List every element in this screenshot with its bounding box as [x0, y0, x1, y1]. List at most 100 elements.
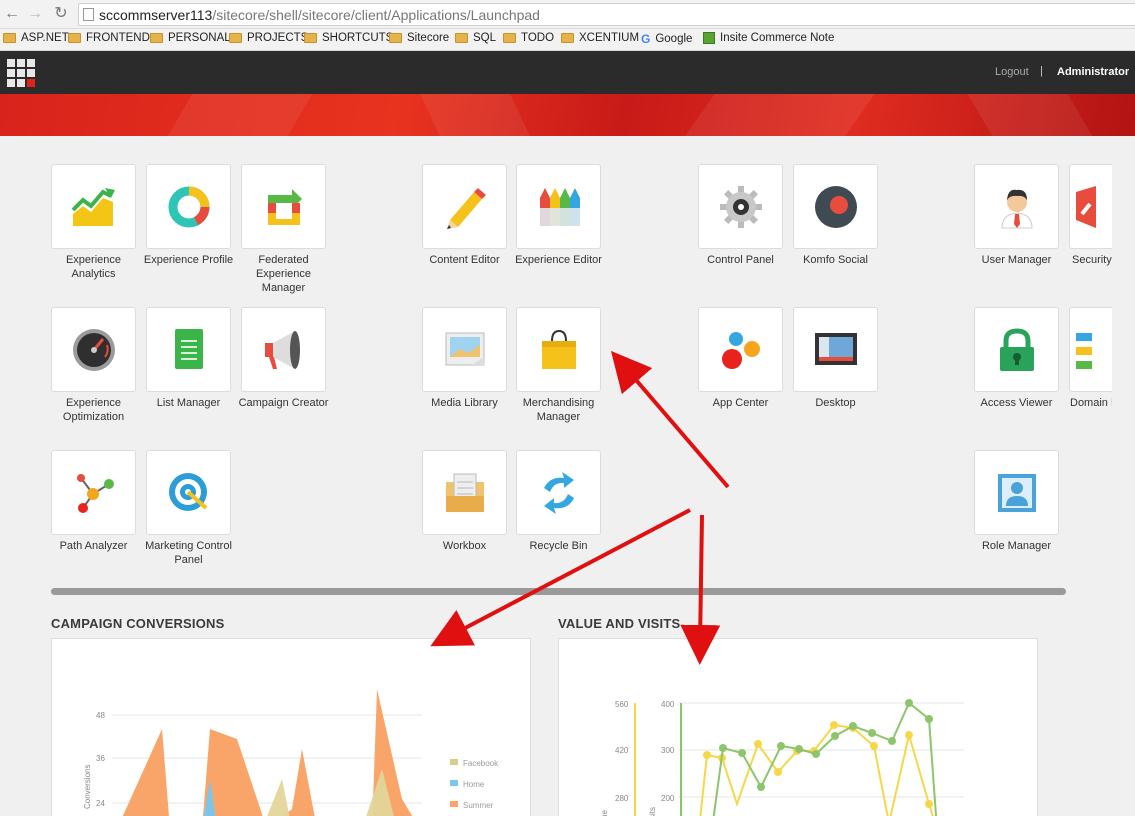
folder-icon — [503, 33, 516, 43]
crayons-icon — [539, 187, 580, 226]
list-icon — [174, 328, 203, 369]
red-banner — [0, 94, 1135, 136]
value-line — [699, 723, 934, 816]
legend-swatch-summer — [450, 801, 458, 807]
media-icon — [445, 332, 484, 365]
screen: { "browser": { "url_host": "sccommserver… — [0, 0, 1135, 816]
url-path: /sitecore/shell/sitecore/client/Applicat… — [212, 7, 540, 23]
tile-role-manager[interactable]: Role Manager — [969, 450, 1064, 553]
sitecore-topbar: Logout | Administrator — [0, 51, 1135, 94]
bookmark-frontend[interactable]: FRONTEND — [68, 32, 150, 44]
tile-komfo-social[interactable]: Komfo Social — [788, 164, 883, 267]
workbox-icon — [445, 473, 484, 512]
left-tick-280: 280 — [615, 794, 629, 803]
bookmark-aspnet[interactable]: ASP.NET — [3, 32, 69, 44]
tick-36: 36 — [96, 754, 105, 763]
tile-marketing-control-panel[interactable]: Marketing Control Panel — [141, 450, 236, 567]
folder-icon — [389, 33, 402, 43]
launchpad-grid-icon[interactable] — [7, 59, 36, 87]
note-icon — [703, 32, 715, 44]
tile-federated-experience-manager[interactable]: Federated Experience Manager — [236, 164, 331, 295]
tile-experience-optimization[interactable]: Experience Optimization — [46, 307, 141, 424]
legend-home: Home — [463, 780, 485, 789]
tile-experience-analytics[interactable]: Experience Analytics — [46, 164, 141, 281]
analytics-icon — [71, 187, 115, 226]
tile-experience-profile[interactable]: Experience Profile — [141, 164, 236, 267]
desktop-icon — [814, 332, 857, 365]
left-axis-label: ue — [600, 810, 609, 816]
security-icon — [1075, 185, 1096, 228]
right-tick-400: 400 — [661, 700, 675, 709]
horizontal-scrollbar[interactable] — [51, 588, 1066, 595]
campaign-chart-panel: 48 36 24 Conversions Facebook Home Summe… — [51, 638, 531, 816]
tile-workbox[interactable]: Workbox — [417, 450, 512, 553]
folder-icon — [150, 33, 163, 43]
topbar-separator: | — [1040, 65, 1043, 77]
tile-campaign-creator[interactable]: Campaign Creator — [236, 307, 331, 410]
forward-icon[interactable]: → — [26, 5, 44, 23]
value-visits-chart: 560 420 280 400 300 200 ue sits — [600, 699, 964, 816]
profile-ring-icon — [168, 186, 209, 227]
megaphone-icon — [264, 330, 300, 369]
value-visits-title: VALUE AND VISITS — [558, 616, 681, 631]
tile-access-viewer[interactable]: Access Viewer — [969, 307, 1064, 410]
legend-swatch-home — [450, 780, 458, 786]
folder-icon — [68, 33, 81, 43]
tick-24: 24 — [96, 799, 105, 808]
right-tick-200: 200 — [661, 794, 675, 803]
bookmark-personal[interactable]: PERSONAL — [150, 32, 231, 44]
tile-domain-manager[interactable]: Domain M — [1064, 307, 1112, 410]
bookmark-projects[interactable]: PROJECTS — [229, 32, 308, 44]
tile-media-library[interactable]: Media Library — [417, 307, 512, 410]
logout-link[interactable]: Logout — [995, 66, 1029, 78]
campaign-chart: 48 36 24 Conversions Facebook Home Summe… — [83, 689, 499, 816]
legend-swatch-facebook — [450, 759, 458, 765]
browser-address-bar: ← → ↻ sccommserver113/sitecore/shell/sit… — [0, 0, 1135, 29]
tile-control-panel[interactable]: Control Panel — [693, 164, 788, 267]
gear-icon — [719, 185, 762, 228]
right-axis-label: sits — [648, 807, 657, 816]
folder-icon — [561, 33, 574, 43]
tile-list-manager[interactable]: List Manager — [141, 307, 236, 410]
tile-experience-editor[interactable]: Experience Editor — [511, 164, 606, 267]
komfo-icon — [814, 185, 857, 228]
target-icon — [168, 472, 207, 511]
bookmarks-bar: ASP.NET FRONTEND PERSONAL PROJECTS SHORT… — [0, 29, 1135, 51]
left-tick-560: 560 — [615, 700, 629, 709]
tile-recycle-bin[interactable]: Recycle Bin — [511, 450, 606, 553]
reload-icon[interactable]: ↻ — [52, 5, 70, 23]
bookmark-insite[interactable]: Insite Commerce Note — [703, 32, 834, 44]
tile-user-manager[interactable]: User Manager — [969, 164, 1064, 267]
tile-content-editor[interactable]: Content Editor — [417, 164, 512, 267]
user-name[interactable]: Administrator — [1057, 66, 1129, 78]
folder-icon — [304, 33, 317, 43]
left-tick-420: 420 — [615, 746, 629, 755]
folder-icon — [455, 33, 468, 43]
gauge-icon — [72, 328, 115, 371]
tile-path-analyzer[interactable]: Path Analyzer — [46, 450, 141, 553]
bookmark-todo[interactable]: TODO — [503, 32, 554, 44]
arrow-to-value-chart — [680, 514, 721, 665]
tile-desktop[interactable]: Desktop — [788, 307, 883, 410]
domain-icon — [1075, 332, 1092, 369]
back-icon[interactable]: ← — [3, 5, 21, 23]
value-visits-panel: 560 420 280 400 300 200 ue sits — [558, 638, 1038, 816]
url-field[interactable]: sccommserver113/sitecore/shell/sitecore/… — [78, 3, 1135, 26]
google-icon: G — [641, 32, 651, 46]
user-icon — [1000, 189, 1033, 228]
bookmark-google[interactable]: G Google — [641, 32, 692, 46]
federated-icon — [267, 188, 302, 225]
path-icon — [76, 473, 114, 513]
role-icon — [997, 473, 1036, 512]
folder-icon — [229, 33, 242, 43]
tile-security[interactable]: Security — [1064, 164, 1112, 267]
bookmark-sitecore[interactable]: Sitecore — [389, 32, 449, 44]
bookmark-shortcuts[interactable]: SHORTCUTS — [304, 32, 393, 44]
right-tick-300: 300 — [661, 746, 675, 755]
tile-merchandising-manager[interactable]: Merchandising Manager — [511, 307, 606, 424]
bookmark-xcentium[interactable]: XCENTIUM — [561, 32, 639, 44]
folder-icon — [3, 33, 16, 43]
bookmark-sql[interactable]: SQL — [455, 32, 496, 44]
legend-summer: Summer — [463, 801, 494, 810]
tile-app-center[interactable]: App Center — [693, 307, 788, 410]
